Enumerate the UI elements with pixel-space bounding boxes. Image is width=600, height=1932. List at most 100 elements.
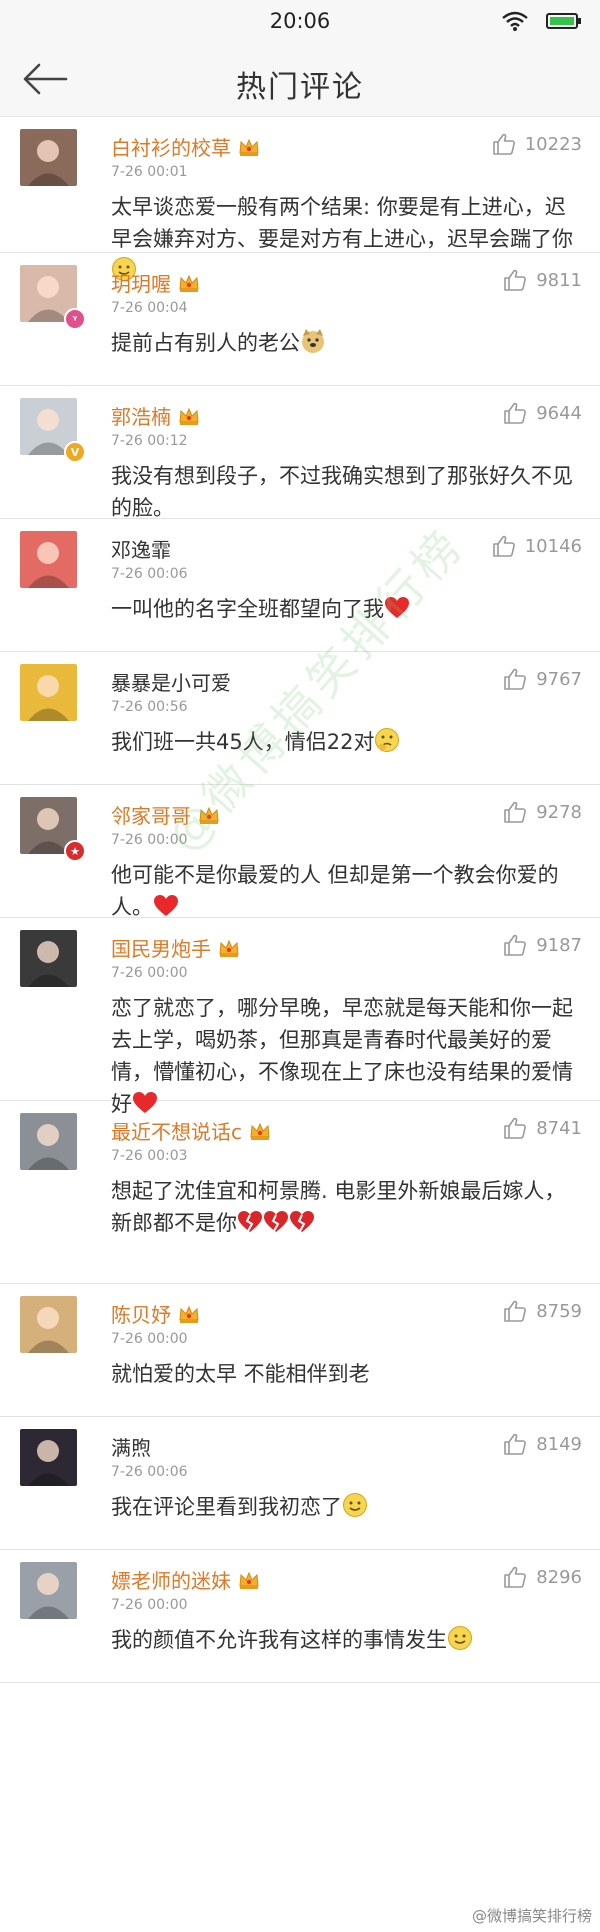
crown-vip-icon [178,273,200,293]
comment-time: 7-26 00:06 [111,1464,188,1480]
thumbs-up-icon [492,535,515,557]
commenter-name[interactable]: 陈贝妤 [111,1299,200,1328]
comment-text-body: 想起了沈佳宜和柯景腾. 电影里外新娘最后嫁人，新郎都不是你 [111,1179,566,1235]
like-button[interactable]: 9811 [503,269,582,291]
commenter-name[interactable]: 暴暴是小可爱 [111,667,231,696]
comment-list: 白衬衫的校草 7-26 00:01 10223 太早谈恋爱一般有两个结果: 你要… [0,117,600,1683]
comment-time: 7-26 00:01 [111,164,188,180]
like-count: 9278 [536,801,582,823]
like-count: 9644 [536,402,582,424]
commenter-name[interactable]: 郭浩楠 [111,401,200,430]
comment-item[interactable]: V 郭浩楠 7-26 00:12 9644 我没有想到段子，不过我确实想到了那张… [0,386,600,520]
comment-text: 我没有想到段子，不过我确实想到了那张好久不见的脸。 [111,460,580,524]
like-button[interactable]: 8759 [503,1300,582,1322]
comment-time: 7-26 00:00 [111,1331,188,1347]
commenter-name-text: 陈贝妤 [111,1303,171,1327]
comment-time: 7-26 00:04 [111,300,188,316]
thumbs-up-icon [504,668,527,690]
verified-badge-icon: V [64,441,86,463]
avatar[interactable] [20,664,77,721]
commenter-name-text: 满煦 [111,1436,151,1460]
comment-text-body: 我没有想到段子，不过我确实想到了那张好久不见的脸。 [111,464,573,520]
commenter-name-text: 暴暴是小可爱 [111,671,231,695]
commenter-name[interactable]: 白衬衫的校草 [111,132,260,161]
comment-text: 提前占有别人的老公 [111,327,580,363]
comment-item[interactable]: ★ 邻家哥哥 7-26 00:00 9278 他可能不是你最爱的人 但却是第一个… [0,785,600,919]
like-count: 8759 [536,1300,582,1322]
avatar[interactable] [20,1296,77,1353]
like-count: 8296 [536,1566,582,1588]
commenter-name[interactable]: 最近不想说话c [111,1116,271,1145]
like-count: 9811 [536,269,582,291]
avatar[interactable] [20,129,77,186]
comment-text-body: 太早谈恋爱一般有两个结果: 你要是有上进心，迟早会嫌弃对方、要是对方有上进心，迟… [111,195,573,251]
like-count: 8149 [536,1433,582,1455]
like-button[interactable]: 10223 [492,133,582,155]
smile-emoji-icon [447,1625,473,1660]
comment-text: 就怕爱的太早 不能相伴到老 [111,1358,580,1390]
commenter-name-text: 邓逸霏 [111,538,171,562]
page-title: 热门评论 [236,70,364,105]
comment-item[interactable]: 邓逸霏 7-26 00:06 10146 一叫他的名字全班都望向了我 [0,519,600,652]
avatar[interactable] [20,1562,77,1619]
thumbs-up-icon [504,1433,527,1455]
like-button[interactable]: 9767 [503,668,582,690]
commenter-name[interactable]: 邻家哥哥 [111,800,220,829]
like-count: 10223 [524,133,582,155]
crown-vip-icon [238,137,260,157]
avatar[interactable] [20,1429,77,1486]
broken-emoji-icon [237,1210,263,1243]
comment-text-body: 提前占有别人的老公 [111,331,300,355]
like-button[interactable]: 9278 [503,801,582,823]
think-emoji-icon [374,727,400,762]
comment-time: 7-26 00:00 [111,1597,188,1613]
commenter-name[interactable]: 嫖老师的迷妹 [111,1565,260,1594]
like-count: 8741 [536,1117,582,1139]
comment-text-body: 一叫他的名字全班都望向了我 [111,597,384,621]
comment-item[interactable]: 最近不想说话c 7-26 00:03 8741 想起了沈佳宜和柯景腾. 电影里外… [0,1101,600,1284]
status-bar: 20:06 [0,0,600,42]
comment-item[interactable]: 白衬衫的校草 7-26 00:01 10223 太早谈恋爱一般有两个结果: 你要… [0,117,600,281]
comment-time: 7-26 00:00 [111,832,188,848]
comment-text: 我的颜值不允许我有这样的事情发生 [111,1624,580,1660]
crown-vip-icon [178,406,200,426]
thumbs-up-icon [504,934,527,956]
commenter-name-text: 白衬衫的校草 [111,136,231,160]
comment-item[interactable]: ᵞ 玥玥喔 7-26 00:04 9811 提前占有别人的老公 [0,253,600,386]
thumbs-up-icon [504,269,527,291]
thumbs-up-icon [504,1117,527,1139]
avatar[interactable] [20,1113,77,1170]
comment-text-body: 恋了就恋了，哪分早晚，早恋就是每天能和你一起去上学，喝奶茶，但那真是青春时代最美… [111,996,573,1116]
like-button[interactable]: 10146 [492,535,582,557]
broken-emoji-icon [289,1210,315,1243]
comment-item[interactable]: 陈贝妤 7-26 00:00 8759 就怕爱的太早 不能相伴到老 [0,1284,600,1417]
verified-badge-icon: ᵞ [64,308,86,330]
thumbs-up-icon [504,402,527,424]
commenter-name[interactable]: 国民男炮手 [111,933,240,962]
like-button[interactable]: 8296 [503,1566,582,1588]
commenter-name[interactable]: 邓逸霏 [111,534,171,563]
battery-icon [546,13,582,33]
comment-text-body: 我的颜值不允许我有这样的事情发生 [111,1628,447,1652]
avatar[interactable] [20,930,77,987]
like-button[interactable]: 9644 [503,402,582,424]
like-count: 9187 [536,934,582,956]
crown-vip-icon [198,805,220,825]
like-button[interactable]: 8741 [503,1117,582,1139]
like-button[interactable]: 9187 [503,934,582,956]
avatar[interactable] [20,531,77,588]
comment-time: 7-26 00:06 [111,566,188,582]
verified-badge-icon: ★ [64,840,86,862]
comment-item[interactable]: 暴暴是小可爱 7-26 00:56 9767 我们班一共45人，情侣22对 [0,652,600,785]
comment-item[interactable]: 嫖老师的迷妹 7-26 00:00 8296 我的颜值不允许我有这样的事情发生 [0,1550,600,1683]
like-count: 9767 [536,668,582,690]
like-button[interactable]: 8149 [503,1433,582,1455]
thumbs-up-icon [492,133,515,155]
commenter-name[interactable]: 满煦 [111,1432,151,1461]
comment-item[interactable]: 满煦 7-26 00:06 8149 我在评论里看到我初恋了 [0,1417,600,1550]
comment-text: 一叫他的名字全班都望向了我 [111,593,580,629]
commenter-name[interactable]: 玥玥喔 [111,268,200,297]
comment-item[interactable]: 国民男炮手 7-26 00:00 9187 恋了就恋了，哪分早晚，早恋就是每天能… [0,918,600,1116]
comment-time: 7-26 00:12 [111,433,188,449]
heart-emoji-icon [384,596,410,629]
